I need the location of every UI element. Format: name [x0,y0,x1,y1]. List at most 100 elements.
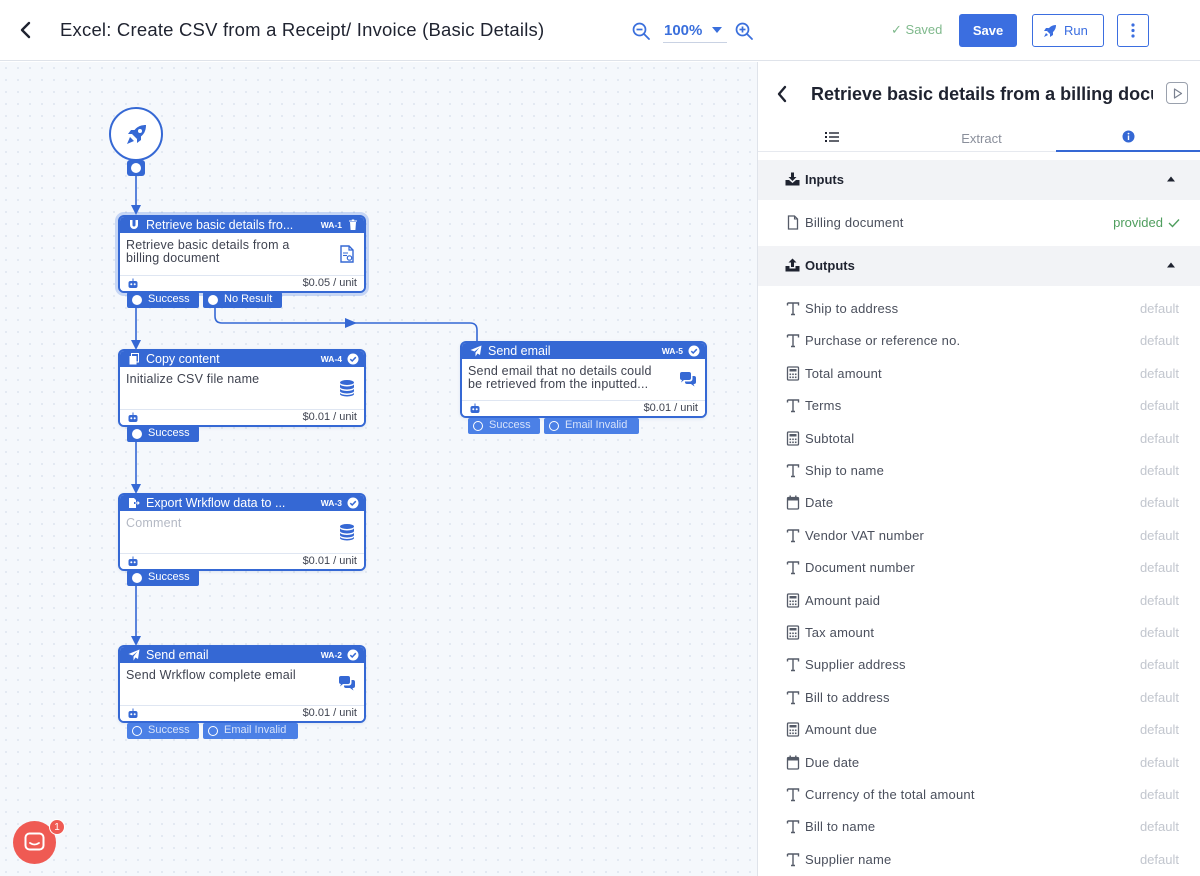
calculator-icon [786,366,800,381]
node-id: WA-4 [320,354,342,364]
output-row[interactable]: Purchase or reference no. default [758,325,1200,357]
text-icon [786,853,800,866]
output-row[interactable]: Subtotal default [758,423,1200,455]
output-row[interactable]: Currency of the total amount default [758,779,1200,811]
comments-icon [339,676,355,691]
inputs-section-header[interactable]: Inputs [758,160,1200,200]
node-footer: $0.01 / unit [120,705,364,721]
workflow-node-wa-3[interactable]: Export Wrkflow data to ... WA-3 Comment … [118,493,366,571]
output-status: default [1139,787,1179,802]
comments-icon [680,372,696,387]
port-success[interactable]: Success [127,723,199,739]
zoom-out-icon[interactable] [631,21,651,41]
output-row[interactable]: Due date default [758,747,1200,779]
node-footer: $0.01 / unit [120,409,364,425]
node-id: WA-5 [661,346,683,356]
workflow-canvas[interactable]: Retrieve basic details fro... WA-1 Retri… [0,62,757,876]
output-label: Document number [805,560,915,576]
tab-extract-label: Extract [961,131,1002,146]
output-row[interactable]: Amount paid default [758,585,1200,617]
inputs-title: Inputs [805,172,844,187]
output-row[interactable]: Total amount default [758,358,1200,390]
node-header: Send email WA-5 [462,343,705,359]
text-icon [786,529,800,542]
tab-info[interactable] [1056,122,1200,152]
output-row[interactable]: Bill to name default [758,811,1200,843]
tab-extract[interactable]: Extract [907,122,1056,152]
output-row[interactable]: Date default [758,487,1200,519]
play-step-button[interactable] [1166,82,1188,104]
start-output-port[interactable] [127,160,145,176]
output-row[interactable]: Ship to name default [758,455,1200,487]
output-label: Total amount [805,365,882,381]
port-email-invalid[interactable]: Email Invalid [544,418,639,434]
port-email-invalid[interactable]: Email Invalid [203,723,298,739]
workflow-node-wa-4[interactable]: Copy content WA-4 Initialize CSV file na… [118,349,366,427]
robot-icon [128,412,138,422]
more-options-button[interactable] [1117,14,1149,47]
output-row[interactable]: Tax amount default [758,617,1200,649]
node-price: $0.01 / unit [302,555,357,567]
node-header: Send email WA-2 [120,647,364,663]
tab-list[interactable] [758,122,907,152]
workflow-node-wa-2[interactable]: Send email WA-2 Send Wrkflow complete em… [118,645,366,723]
node-title: Copy content [146,352,220,366]
output-label: Tax amount [805,625,875,640]
output-status: default [1139,657,1179,673]
check-circle-icon [688,345,700,357]
trash-icon[interactable] [347,219,359,231]
back-arrow-icon[interactable] [14,18,38,42]
text-icon [786,302,800,316]
workflow-node-wa-5[interactable]: Send email WA-5 Send email that no detai… [460,341,707,418]
output-status: default [1139,851,1179,867]
node-id: WA-3 [320,498,342,508]
text-icon [786,658,800,672]
output-row[interactable]: Vendor VAT number default [758,520,1200,552]
robot-icon [128,278,138,288]
save-button[interactable]: Save [959,14,1017,47]
play-icon [1173,88,1183,99]
start-trigger-node[interactable] [109,107,163,161]
paper-plane-icon [128,649,140,661]
port-success[interactable]: Success [127,426,199,442]
output-status: default [1139,398,1179,414]
output-row[interactable]: Bill to address default [758,682,1200,714]
node-header: Export Wrkflow data to ... WA-3 [120,495,364,511]
zoom-in-icon[interactable] [734,21,754,41]
magnet-icon [130,220,138,229]
output-row[interactable]: Supplier name default [758,844,1200,876]
step-details-panel: Retrieve basic details from a billing do… [757,62,1200,876]
robot-icon [128,708,138,718]
rocket-icon [1044,25,1056,37]
port-no-result[interactable]: No Result [203,292,282,308]
run-label: Run [1064,23,1088,38]
outputs-section-header[interactable]: Outputs [758,246,1200,286]
port-success[interactable]: Success [468,418,540,434]
port-dot [473,421,483,431]
text-icon [786,788,800,802]
workflow-node-wa-1[interactable]: Retrieve basic details fro... WA-1 Retri… [118,215,366,293]
port-label: Success [148,724,190,736]
calendar-icon [786,755,800,770]
zoom-level-select[interactable]: 100% [663,19,727,43]
top-bar: Excel: Create CSV from a Receipt/ Invoic… [0,0,1200,61]
output-status: default [1139,527,1179,543]
port-success[interactable]: Success [127,292,199,308]
check-circle-icon [347,497,359,509]
back-arrow-icon[interactable] [773,84,791,104]
port-success[interactable]: Success [127,570,199,586]
output-row[interactable]: Supplier address default [758,649,1200,681]
output-status: default [1139,625,1179,640]
output-row[interactable]: Ship to address default [758,293,1200,325]
text-icon [786,820,800,834]
caret-up-icon [1167,262,1175,268]
run-button[interactable]: Run [1032,14,1104,47]
input-row-billing-document[interactable]: Billing document provided [758,207,1200,239]
output-row[interactable]: Document number default [758,552,1200,584]
output-row[interactable]: Terms default [758,390,1200,422]
node-title: Send email [488,344,551,358]
output-status: default [1139,495,1179,511]
node-id: WA-2 [320,650,342,660]
output-row[interactable]: Amount due default [758,714,1200,746]
node-title: Send email [146,648,209,662]
